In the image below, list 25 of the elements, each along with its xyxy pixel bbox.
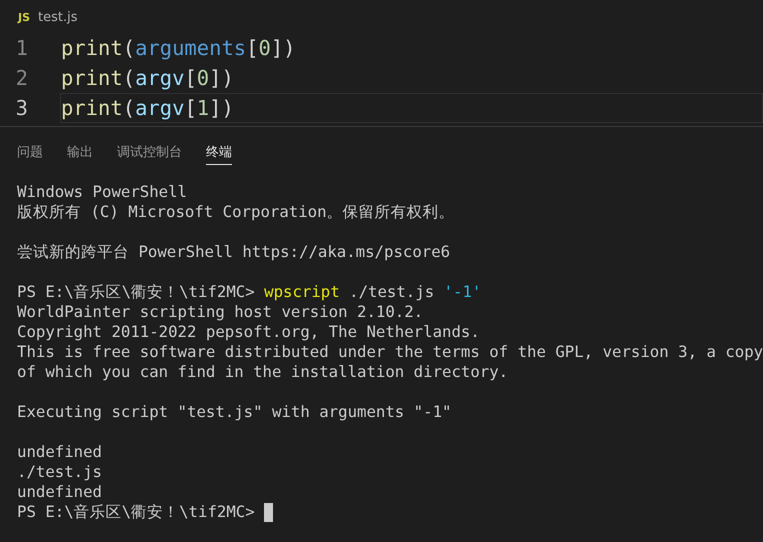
terminal-cursor: [264, 502, 274, 522]
terminal-line: Windows PowerShell: [17, 182, 188, 202]
panel-tab[interactable]: 问题: [17, 139, 43, 165]
panel-tab[interactable]: 输出: [67, 139, 93, 165]
terminal-line: Executing script "test.js" with arguments "-1": [17, 402, 452, 422]
code-line: print(argv[0]): [60, 65, 235, 92]
terminal-line: ./test.js: [17, 462, 102, 482]
code-line: print(arguments[0]): [60, 35, 297, 62]
panel-tab[interactable]: 调试控制台: [117, 139, 182, 165]
terminal-prompt: PS E:\音乐区\衢安！\tif2MC>: [17, 502, 256, 522]
terminal-line: WorldPainter scripting host version 2.10.2.: [17, 302, 424, 322]
terminal-line: This is free software distributed under the terms of the GPL, version 3, a copy: [17, 342, 763, 362]
terminal-line: PS E:\音乐区\衢安！\tif2MC> wpscript ./test.js '-1': [17, 282, 482, 302]
terminal-line: 版权所有 (C) Microsoft Corporation。保留所有权利。: [17, 202, 455, 222]
terminal-line: 尝试新的跨平台 PowerShell https://aka.ms/pscore6: [17, 242, 450, 262]
terminal-line: undefined: [17, 442, 102, 462]
file-tab[interactable]: test.js: [38, 10, 78, 25]
javascript-file-icon: JS: [18, 11, 30, 24]
line-number: 2: [14, 66, 29, 90]
terminal-line: of which you can find in the installation directory.: [17, 362, 508, 382]
terminal-line: undefined: [17, 482, 102, 502]
terminal-line: Copyright 2011-2022 pepsoft.org, The Netherlands.: [17, 322, 480, 342]
panel-tab[interactable]: 终端: [206, 139, 232, 165]
line-number: 1: [14, 36, 29, 60]
line-number: 3: [14, 96, 29, 120]
